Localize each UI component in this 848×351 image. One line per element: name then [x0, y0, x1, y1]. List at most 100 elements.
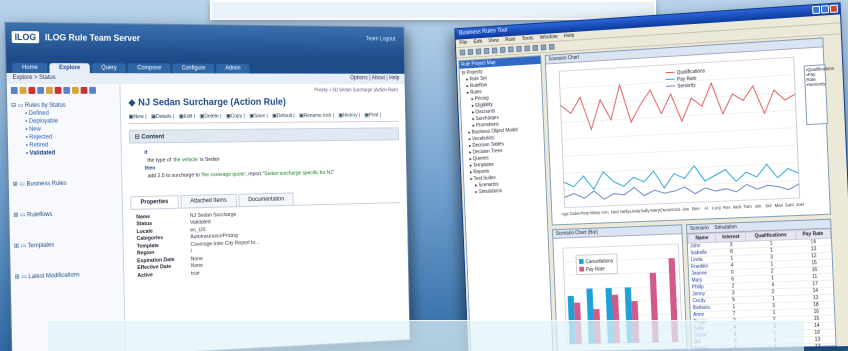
x-tick-label: Duke [570, 211, 580, 216]
x-tick-label: Jim [754, 203, 761, 208]
toolbar-icon[interactable] [10, 86, 18, 94]
x-tick-label: Sam [785, 202, 795, 207]
property-key: Name [136, 213, 151, 220]
minimize-button[interactable] [812, 5, 821, 15]
main-tabs: Home Explore Query Compose Configure Admin [6, 56, 405, 74]
x-tick-label: Nick [733, 204, 742, 209]
toolbar-icon[interactable] [459, 49, 466, 56]
sidebar-toolbar [10, 86, 116, 94]
action-new[interactable]: ▣New | [129, 114, 147, 120]
toolbar-icon[interactable] [508, 46, 514, 53]
properties-table: Name NJ Sedan Surcharge Status Validated Loc… [130, 202, 402, 284]
action-copy[interactable]: ▣Copy | [226, 114, 245, 120]
tab-query[interactable]: Query [91, 63, 127, 74]
x-tick-label: Ann2 [670, 207, 681, 212]
action-edit[interactable]: ▣Edit | [179, 114, 195, 120]
table-tab-simulation[interactable]: Simulation [714, 224, 737, 231]
x-tick-label: Max [775, 203, 784, 208]
palette-item[interactable]: ▪Seniority [806, 81, 825, 87]
series-palette: ▪Qualifications ▪Pay Rate ▪Seniority [803, 64, 834, 126]
toolbar-icon[interactable] [548, 43, 555, 50]
toolbar-icon[interactable] [467, 49, 474, 56]
tree-node-status[interactable]: ⊟ ▭ Rules by Status [11, 102, 116, 109]
close-button[interactable] [829, 4, 839, 14]
props-tab-attached-items[interactable]: Attached Items [180, 193, 237, 208]
x-tick-label: Pete [581, 210, 590, 215]
action-delete[interactable]: ▣Delete | [200, 114, 222, 120]
toolbar-icon[interactable] [19, 86, 27, 94]
toolbar-icon[interactable] [516, 45, 522, 52]
menu-view[interactable]: View [488, 38, 499, 44]
rule-code: if the type of 'the vehicle' is Sedan th… [144, 150, 335, 180]
breadcrumb: Explore > Status [12, 74, 56, 81]
line-chart-panel: Scenario Chart Age Duke Pete Hilary Ann Ned Ne… [544, 37, 834, 226]
rule-editor: Priority > NJ Sedan Surcharge (Action Ru… [120, 84, 409, 351]
project-tree: Rule Project Map ⊟ Projects ▸ Rule Set ▸ R… [458, 55, 554, 351]
maximize-button[interactable] [820, 5, 830, 14]
rule-title: ◆ NJ Sedan Surcharge (Action Rule) [128, 97, 286, 109]
tree-node-latest-modifications[interactable]: ⊞ ▭ Latest Modifications [15, 270, 120, 280]
action-rename-lock[interactable]: ▣Rename lock | [299, 113, 334, 119]
tree-node-rejected[interactable]: ▪ Rejected [12, 134, 117, 141]
menu-tools[interactable]: Tools [522, 36, 534, 42]
toolbar-icon[interactable] [491, 47, 498, 54]
table-tab-scenario[interactable]: Scenario [690, 225, 709, 232]
props-tab-documentation[interactable]: Documentation [238, 192, 294, 207]
tab-home[interactable]: Home [12, 62, 48, 74]
toolbar-icon[interactable] [28, 86, 36, 94]
property-value: en_US [190, 226, 206, 233]
tree-node-business-rules[interactable]: ⊞ ▭ Business Rules [13, 179, 118, 188]
action-save[interactable]: ▣Save | [249, 113, 268, 119]
help-links[interactable]: Options | About | Help [350, 76, 399, 83]
action-history[interactable]: ▣History | [338, 113, 360, 119]
toolbar-icon[interactable] [71, 86, 79, 94]
tab-configure[interactable]: Configure [172, 63, 215, 74]
tab-explore[interactable]: Explore [49, 63, 90, 74]
tab-compose[interactable]: Compose [127, 63, 171, 74]
toolbar-icon[interactable] [80, 86, 88, 94]
menu-edit[interactable]: Edit [473, 39, 482, 45]
app-header: ILOG ILOG Rule Team Server Team Logout [5, 22, 405, 60]
legend-label: Seniority [677, 83, 696, 90]
toolbar-icon[interactable] [483, 47, 490, 55]
menu-rule[interactable]: Rule [505, 37, 515, 43]
action-default[interactable]: ▣Default | [272, 113, 295, 119]
tree-node-new[interactable]: ▪ New [12, 126, 117, 133]
tree-node-validated[interactable]: ▪ Validated [12, 150, 117, 157]
tree-node-ruleflows[interactable]: ⊞ ▭ Ruleflows [13, 209, 118, 219]
toolbar-icon[interactable] [524, 45, 530, 52]
x-tick-label: Al [704, 206, 708, 211]
toolbar-icon[interactable] [532, 44, 539, 51]
x-tick-label: Ben [692, 206, 700, 211]
toolbar-icon[interactable] [54, 86, 62, 94]
property-value: None [190, 255, 203, 262]
ilog-logo: ILOG [11, 31, 40, 44]
toolbar-icon[interactable] [89, 86, 97, 94]
toolbar-icon[interactable] [63, 86, 71, 94]
tree-node-retired[interactable]: ▪ Retired [12, 142, 117, 149]
tab-admin[interactable]: Admin [216, 63, 250, 74]
tree-node-templates[interactable]: ⊞ ▭ Templates [14, 240, 119, 250]
x-tick-label: Joe [682, 206, 690, 211]
legend-label: Pay Rate [586, 266, 605, 273]
menu-file[interactable]: File [459, 40, 467, 46]
toolbar-icon[interactable] [499, 46, 506, 53]
property-key: Active [137, 272, 153, 279]
menu-help[interactable]: Help [564, 33, 575, 39]
property-value: Validated [190, 219, 211, 226]
toolbar-icon[interactable] [37, 86, 45, 94]
menu-window[interactable]: Window [540, 34, 558, 41]
rule-breadcrumb: Priority > NJ Sedan Surcharge (Action Ru… [314, 87, 399, 94]
x-tick-label: Tom [743, 204, 752, 209]
explorer-sidebar: ⊟ ▭ Rules by Status ▪ Defined ▪ Deployabl… [6, 83, 126, 351]
toolbar-icon[interactable] [45, 86, 53, 94]
chart-legend: CancellationsPay Rate [576, 254, 617, 275]
action-details[interactable]: ▣Details | [151, 114, 174, 120]
toolbar-icon[interactable] [475, 48, 482, 55]
tree-node-deployable[interactable]: ▪ Deployable [11, 118, 116, 125]
toolbar-icon[interactable] [540, 44, 547, 51]
props-tab-properties[interactable]: Properties [130, 195, 179, 209]
logout-link[interactable]: Team Logout [366, 37, 395, 43]
action-print[interactable]: ▣Print | [364, 113, 381, 119]
tree-node-defined[interactable]: ▪ Defined [11, 110, 116, 117]
